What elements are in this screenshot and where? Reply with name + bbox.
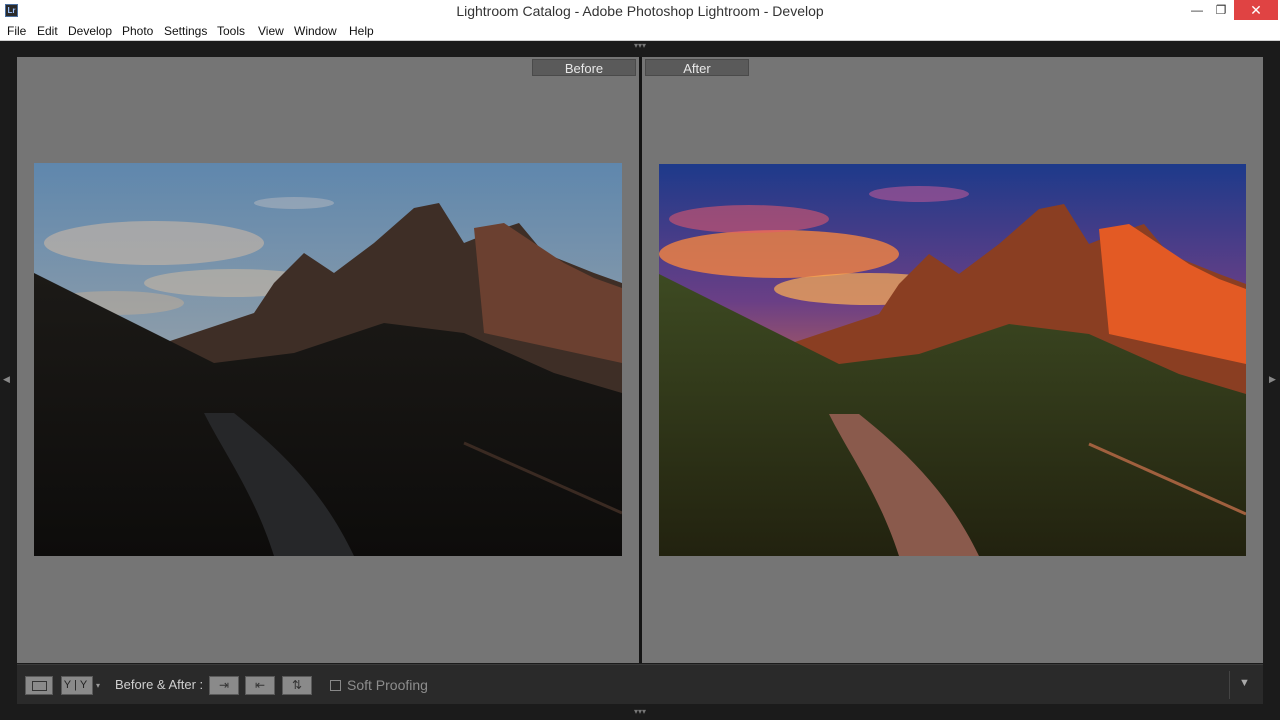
menu-help[interactable]: Help <box>349 24 374 38</box>
swap-before-after-button[interactable]: ⇅ <box>282 676 312 695</box>
restore-button[interactable]: ❐ <box>1210 0 1232 20</box>
view-mode-dropdown-icon[interactable]: ▾ <box>96 681 100 690</box>
right-panel-toggle-icon[interactable]: ▶ <box>1269 372 1277 386</box>
title-bar: Lr Lightroom Catalog - Adobe Photoshop L… <box>0 0 1280 22</box>
before-photo-image <box>34 163 622 556</box>
copy-after-to-before-button[interactable]: ⇤ <box>245 676 275 695</box>
menu-edit[interactable]: Edit <box>37 24 58 38</box>
left-panel-toggle-icon[interactable]: ◀ <box>3 372 11 386</box>
menu-bar: File Edit Develop Photo Settings Tools V… <box>0 22 1280 41</box>
loupe-view-button[interactable] <box>25 676 53 695</box>
menu-file[interactable]: File <box>7 24 26 38</box>
menu-window[interactable]: Window <box>294 24 337 38</box>
after-label: After <box>645 59 749 76</box>
bottom-panel-toggle-icon[interactable]: ▾▾▾ <box>633 708 647 716</box>
after-photo-image <box>659 164 1246 556</box>
menu-settings[interactable]: Settings <box>164 24 207 38</box>
soft-proofing-label: Soft Proofing <box>347 677 428 693</box>
toolbar-divider <box>1229 671 1230 699</box>
before-photo[interactable] <box>34 163 622 556</box>
before-after-label: Before & After : <box>115 677 204 692</box>
after-photo[interactable] <box>659 164 1246 556</box>
copy-before-to-after-button[interactable]: ⇥ <box>209 676 239 695</box>
menu-develop[interactable]: Develop <box>68 24 112 38</box>
soft-proofing-checkbox[interactable] <box>330 680 341 691</box>
loupe-view-icon <box>32 681 47 691</box>
menu-photo[interactable]: Photo <box>122 24 153 38</box>
top-panel-toggle-icon[interactable]: ▾▾▾ <box>633 42 647 50</box>
develop-toolbar: Y|Y ▾ Before & After : ⇥ ⇤ ⇅ Soft Proofi… <box>17 664 1263 704</box>
toolbar-content-menu-icon[interactable]: ▼ <box>1239 677 1250 689</box>
before-label: Before <box>532 59 636 76</box>
minimize-button[interactable]: — <box>1186 0 1208 20</box>
window-title: Lightroom Catalog - Adobe Photoshop Ligh… <box>456 3 824 19</box>
close-button[interactable]: ✕ <box>1234 0 1278 20</box>
before-after-view-button[interactable]: Y|Y <box>61 676 93 695</box>
menu-tools[interactable]: Tools <box>217 24 245 38</box>
menu-view[interactable]: View <box>258 24 284 38</box>
